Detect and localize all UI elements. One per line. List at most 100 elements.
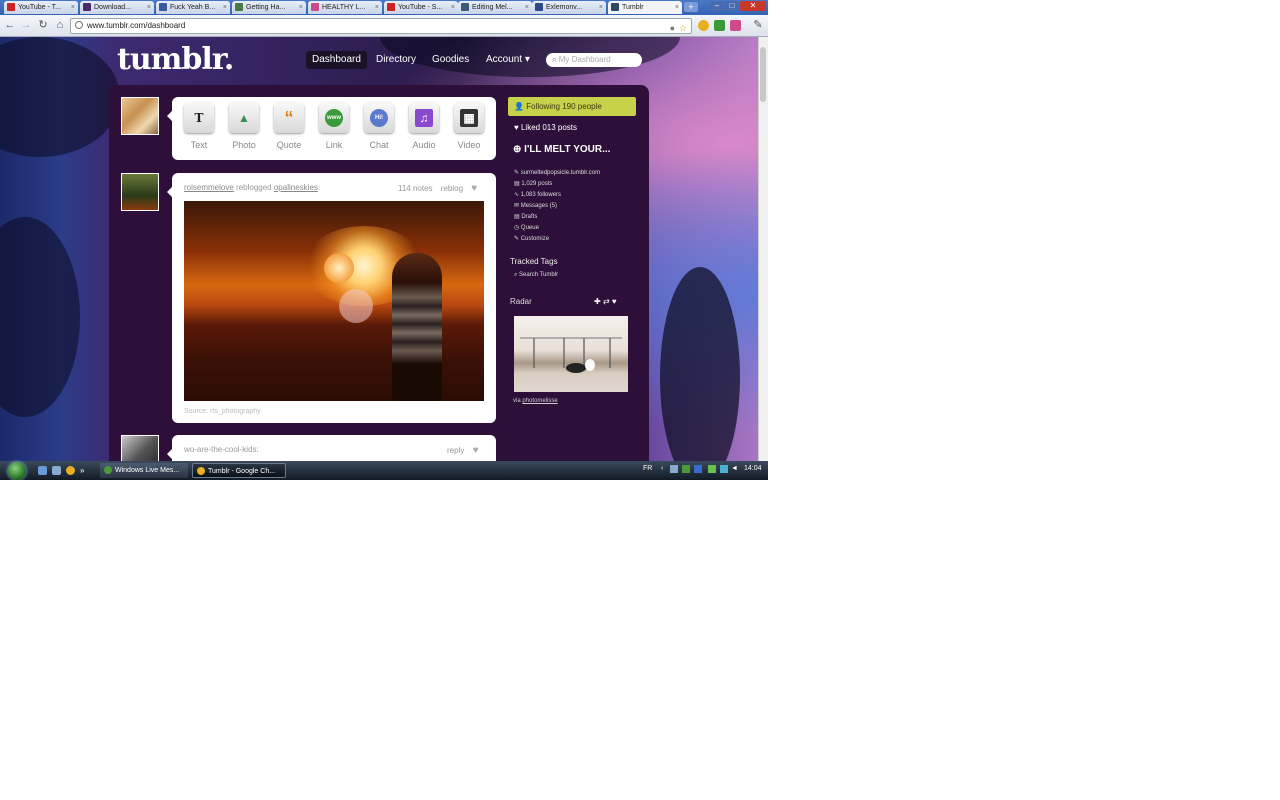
search-tumblr-link[interactable]: ⌕ Search Tumblr [514,272,558,279]
tab-close-icon[interactable]: × [675,1,679,14]
following-button[interactable]: 👤 Following 190 people [508,97,636,116]
reload-icon[interactable]: ↻ [37,19,49,31]
scrollbar-thumb[interactable] [760,47,766,102]
reblogger-avatar[interactable] [121,173,159,211]
original-poster-link[interactable]: opalineskies [274,183,318,192]
window-switcher-icon[interactable] [52,466,61,475]
radar-via-link[interactable]: photomelisse [522,398,557,404]
bookmark-star-icon[interactable]: ☆ [679,21,687,35]
post-actions: 114 notes reblog ♥ [398,183,477,194]
blog-url-link[interactable]: ✎ surmeltedpopsicle.tumblr.com [514,169,600,176]
nav-account[interactable]: Account ▾ [486,51,530,69]
browser-tab[interactable]: Download... × [80,1,154,14]
network-icon[interactable] [708,465,716,473]
browser-tab[interactable]: YouTube - S... × [384,1,458,14]
address-bar[interactable]: www.tumblr.com/dashboard ● ☆ [70,18,692,34]
tab-close-icon[interactable]: × [71,1,75,14]
post-photo[interactable] [184,201,484,401]
reblog-link[interactable]: reblog [441,184,463,193]
tab-close-icon[interactable]: × [375,1,379,14]
tray-icon[interactable] [694,465,702,473]
follow-plus-icon[interactable]: ✚ [594,297,601,306]
forward-arrow-icon[interactable]: → [20,19,32,31]
blog-customize-link[interactable]: ✎ Customize [514,235,549,242]
liked-posts-link[interactable]: ♥ Liked 013 posts [514,123,577,132]
tray-icon[interactable] [670,465,678,473]
new-tab-button[interactable]: + [684,2,698,12]
nav-directory[interactable]: Directory [376,51,416,69]
post-audio-button[interactable]: ♫ Audio [403,103,445,153]
blog-drafts-link[interactable]: ▤ Drafts [514,213,537,220]
post-photo-button[interactable]: ▲ Photo [223,103,265,153]
blog-posts-link[interactable]: ▤ 1,029 posts [514,180,552,187]
post-author[interactable]: wo-are-the-cool-kids: [184,445,259,454]
like-heart-icon[interactable]: ♥ [471,183,477,194]
wrench-menu-icon[interactable]: ✎ [752,19,764,31]
tab-close-icon[interactable]: × [147,1,151,14]
tumblr-logo[interactable]: tumblr. [117,42,234,77]
browser-tab[interactable]: Fuck Yeah B... × [156,1,230,14]
tab-close-icon[interactable]: × [299,1,303,14]
nav-goodies[interactable]: Goodies [432,51,469,69]
blog-followers-link[interactable]: ∿ 1,083 followers [514,191,561,198]
tray-icon[interactable] [682,465,690,473]
tumblr-page: tumblr. Dashboard Directory Goodies Acco… [0,37,768,461]
show-desktop-icon[interactable] [38,466,47,475]
post-type-label: Photo [232,140,256,150]
quicklaunch-more-icon[interactable]: » [80,466,86,475]
tray-expand-icon[interactable]: ‹ [661,465,663,472]
extension-icon[interactable] [714,20,725,31]
document-icon: ▤ [514,181,520,187]
taskbar-button-chrome[interactable]: Tumblr - Google Ch... [192,463,286,478]
blog-title[interactable]: ⊕ I'LL MELT YOUR... [513,144,610,155]
browser-toolbar: ← → ↻ ⌂ www.tumblr.com/dashboard ● ☆ ✎ [0,15,768,37]
blog-queue-link[interactable]: ◷ Queue [514,224,539,231]
heart-icon[interactable]: ♥ [612,297,617,306]
browser-tab[interactable]: Exlemonv... × [532,1,606,14]
blog-messages-link[interactable]: ✉ Messages (5) [514,202,557,209]
home-icon[interactable]: ⌂ [54,19,66,31]
browser-tab[interactable]: YouTube - T... × [4,1,78,14]
extension-icon[interactable] [698,20,709,31]
chrome-quicklaunch-icon[interactable] [66,466,75,475]
reblogger-link[interactable]: roisemmelove [184,183,234,192]
taskbar-button-messenger[interactable]: Windows Live Mes... [100,463,188,478]
back-arrow-icon[interactable]: ← [4,19,16,31]
reblog-icon[interactable]: ⇄ [603,297,610,306]
browser-tab-active[interactable]: Tumblr × [608,1,682,14]
start-button[interactable] [8,462,26,480]
language-indicator[interactable]: FR [643,465,652,472]
browser-tab[interactable]: Getting Ha... × [232,1,306,14]
extension-icon[interactable] [730,20,741,31]
browser-tab[interactable]: HEALTHY L... × [308,1,382,14]
lightbulb-icon[interactable]: ● [670,21,675,35]
tab-close-icon[interactable]: × [525,1,529,14]
maximize-button[interactable]: □ [725,1,739,11]
nav-dashboard[interactable]: Dashboard [306,51,367,69]
tab-close-icon[interactable]: × [599,1,603,14]
page-scrollbar[interactable] [758,37,768,461]
notes-count[interactable]: 114 notes [398,184,433,193]
like-heart-icon[interactable]: ♥ [473,445,479,456]
post-type-label: Audio [412,140,436,150]
close-window-button[interactable]: ✕ [740,1,766,11]
browser-tab[interactable]: Editing Mel... × [458,1,532,14]
user-avatar[interactable] [121,97,159,135]
poster-avatar[interactable] [121,435,159,461]
minimize-button[interactable]: – [710,1,724,11]
post-link-button[interactable]: www Link [313,103,355,153]
tab-close-icon[interactable]: × [223,1,227,14]
tab-close-icon[interactable]: × [451,1,455,14]
post-quote-button[interactable]: “ Quote [268,103,310,153]
photo-source[interactable]: Source: rts_photography [184,408,261,415]
radar-photo[interactable] [514,316,628,392]
reply-link[interactable]: reply [447,446,464,455]
post-text-button[interactable]: T Text [178,103,220,153]
tray-icon[interactable] [720,465,728,473]
post-video-button[interactable]: ▦ Video [448,103,490,153]
card-pointer [167,187,172,197]
post-chat-button[interactable]: Hi! Chat [358,103,400,153]
volume-icon[interactable]: ◄ [731,465,738,472]
dashboard-search-input[interactable]: ⌕ My Dashboard [546,53,642,67]
clock[interactable]: 14:04 [744,465,762,472]
